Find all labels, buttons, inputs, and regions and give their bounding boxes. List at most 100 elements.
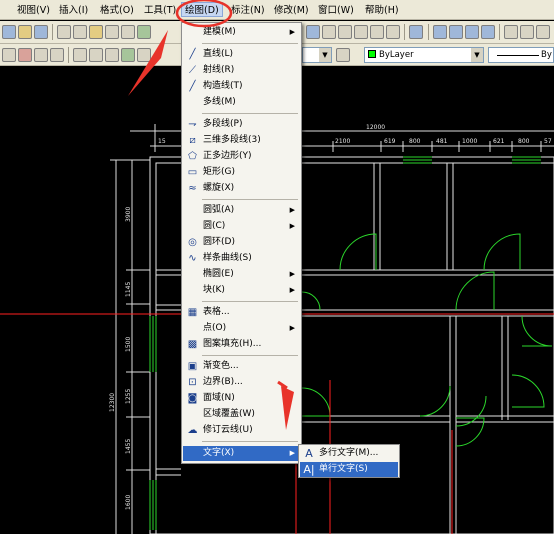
submenu-arrow-icon: ▶ (289, 206, 295, 214)
menu-tools[interactable]: 工具(T) (144, 3, 176, 18)
menu-view[interactable]: 视图(V) (17, 3, 50, 18)
layer-icon[interactable] (121, 48, 135, 62)
markup-icon[interactable] (370, 25, 384, 39)
dim-text: 800 (518, 138, 530, 145)
dimension-icon[interactable] (105, 48, 119, 62)
menu-item-helix[interactable]: ≈ 螺旋(X) (183, 181, 300, 196)
menu-dimension[interactable]: 标注(N) (231, 3, 265, 18)
block-editor-icon[interactable] (121, 25, 135, 39)
view-icon[interactable] (433, 25, 447, 39)
blank-icon (186, 268, 199, 281)
menu-item-xline[interactable]: ╱ 构造线(T) (183, 79, 300, 94)
sheet-set-icon[interactable] (354, 25, 368, 39)
blank-icon (186, 284, 199, 297)
dim-text: 1455 (125, 439, 132, 454)
menu-item-text[interactable]: 文字(X) ▶ (183, 446, 300, 461)
properties-icon[interactable] (306, 25, 320, 39)
submenu-arrow-icon: ▶ (289, 449, 295, 457)
menu-item-polyline[interactable]: ⇁ 多段线(P) (183, 117, 300, 132)
menu-item-single-line-text[interactable]: A| 单行文字(S) (300, 462, 398, 477)
calculator-icon[interactable] (386, 25, 400, 39)
donut-icon: ◎ (188, 237, 197, 248)
menu-item-polygon[interactable]: ⬠ 正多边形(Y) (183, 149, 300, 164)
menu-item-3dpoly[interactable]: ⧄ 三维多段线(3) (183, 133, 300, 148)
mtext-icon: A (305, 447, 313, 460)
layer-icon[interactable] (137, 48, 151, 62)
menu-item-gradient[interactable]: ▣ 渐变色... (183, 359, 300, 374)
layer-state-icon[interactable] (336, 48, 350, 62)
linetype-value: By (541, 50, 552, 60)
menu-separator (202, 355, 298, 356)
design-center-icon[interactable] (322, 25, 336, 39)
help-icon[interactable] (409, 25, 423, 39)
menu-item-block[interactable]: 块(K) ▶ (183, 283, 300, 298)
menu-item-rectangle[interactable]: ▭ 矩形(G) (183, 165, 300, 180)
undo-icon[interactable] (137, 25, 151, 39)
menu-item-mtext[interactable]: A 多行文字(M)... (300, 446, 398, 461)
new-file-icon[interactable] (2, 25, 16, 39)
view-icon[interactable] (449, 25, 463, 39)
submenu-arrow-icon: ▶ (289, 222, 295, 230)
3d-view-icon[interactable] (536, 25, 550, 39)
layer-combo[interactable]: ▼ (302, 47, 332, 63)
menu-item-hatch[interactable]: ▩ 图案填充(H)... (183, 337, 300, 352)
menu-item-ellipse[interactable]: 椭圆(E) ▶ (183, 267, 300, 282)
paste-icon[interactable] (89, 25, 103, 39)
menu-help[interactable]: 帮助(H) (365, 3, 399, 18)
cut-icon[interactable] (57, 25, 71, 39)
dimension-icon[interactable] (89, 48, 103, 62)
toolbar-separator (52, 24, 53, 40)
menu-window[interactable]: 窗口(W) (318, 3, 354, 18)
menu-modify[interactable]: 修改(M) (274, 3, 309, 18)
draw-menu: 建模(M) ▶ ╱ 直线(L) ⟋ 射线(R) ╱ 构造线(T) 多线(M) ⇁ 多段线(… (181, 22, 302, 464)
dimension-icon[interactable] (73, 48, 87, 62)
dim-text: 12300 (109, 393, 116, 412)
snap-icon[interactable] (34, 48, 48, 62)
dim-text: 1145 (125, 282, 132, 297)
menu-item-wipeout[interactable]: 区域覆盖(W) (183, 407, 300, 422)
linetype-combo[interactable]: By (488, 47, 554, 63)
menu-item-line[interactable]: ╱ 直线(L) (183, 47, 300, 62)
color-swatch-icon (368, 50, 376, 58)
view-icon[interactable] (481, 25, 495, 39)
menu-item-revcloud[interactable]: ☁ 修订云线(U) (183, 423, 300, 438)
dtext-icon: A| (303, 463, 315, 476)
menu-item-region[interactable]: ◙ 面域(N) (183, 391, 300, 406)
toolbar-separator (499, 24, 500, 40)
snap-icon[interactable] (2, 48, 16, 62)
dim-text: 800 (409, 138, 421, 145)
tool-palettes-icon[interactable] (338, 25, 352, 39)
blank-icon (186, 447, 199, 460)
open-file-icon[interactable] (18, 25, 32, 39)
3d-view-icon[interactable] (520, 25, 534, 39)
menu-format[interactable]: 格式(O) (100, 3, 134, 18)
menu-draw[interactable]: 绘图(D) (181, 2, 223, 17)
view-icon[interactable] (465, 25, 479, 39)
menu-item-arc[interactable]: 圆弧(A) ▶ (183, 203, 300, 218)
linetype-sample (497, 55, 539, 56)
menu-separator (202, 441, 298, 442)
circle-tool-icon[interactable] (18, 48, 32, 62)
menu-separator (202, 113, 298, 114)
3d-view-icon[interactable] (504, 25, 518, 39)
menu-item-ray[interactable]: ⟋ 射线(R) (183, 63, 300, 78)
blank-icon (186, 96, 199, 109)
menu-item-circle[interactable]: 圆(C) ▶ (183, 219, 300, 234)
submenu-arrow-icon: ▶ (289, 270, 295, 278)
text-submenu: A 多行文字(M)... A| 单行文字(S) (298, 444, 400, 478)
menu-insert[interactable]: 插入(I) (59, 3, 88, 18)
menu-item-boundary[interactable]: ⊡ 边界(B)... (183, 375, 300, 390)
menu-item-mline[interactable]: 多线(M) (183, 95, 300, 110)
save-icon[interactable] (34, 25, 48, 39)
submenu-arrow-icon: ▶ (289, 28, 295, 36)
color-combo[interactable]: ByLayer ▼ (364, 47, 484, 63)
menu-item-modeling[interactable]: 建模(M) ▶ (183, 25, 300, 40)
dim-text: 1600 (125, 495, 132, 510)
menu-item-spline[interactable]: ∿ 样条曲线(S) (183, 251, 300, 266)
copy-icon[interactable] (73, 25, 87, 39)
menu-item-donut[interactable]: ◎ 圆环(D) (183, 235, 300, 250)
menu-item-table[interactable]: ▦ 表格... (183, 305, 300, 320)
menu-item-point[interactable]: 点(O) ▶ (183, 321, 300, 336)
snap-icon[interactable] (50, 48, 64, 62)
match-properties-icon[interactable] (105, 25, 119, 39)
